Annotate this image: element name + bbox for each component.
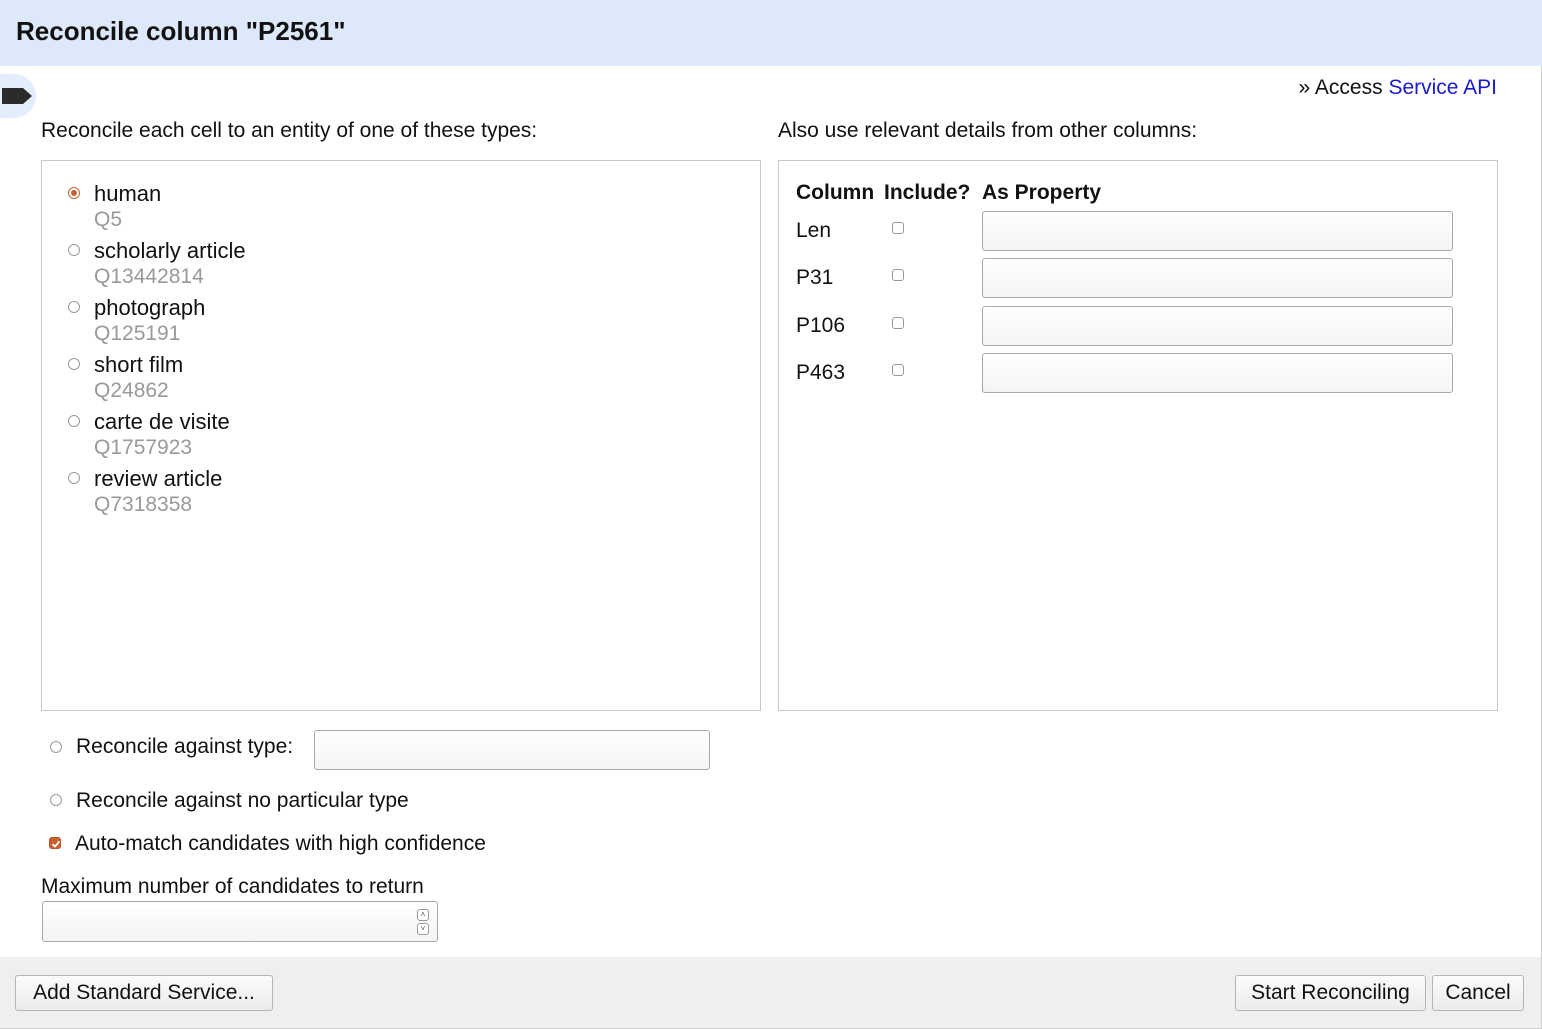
columns-panel: Column Include? As Property Len P31 P106… <box>778 160 1498 711</box>
type-id: Q24862 <box>94 379 169 402</box>
property-input[interactable] <box>982 258 1453 298</box>
number-spinner[interactable]: ˄ ˅ <box>417 909 429 935</box>
type-id: Q125191 <box>94 322 181 345</box>
type-name: photograph <box>94 295 206 320</box>
include-checkbox[interactable] <box>892 222 904 234</box>
include-header: Include? <box>884 181 971 204</box>
type-radio[interactable] <box>68 301 80 313</box>
against-type-radio[interactable] <box>50 741 62 753</box>
type-name: review article <box>94 466 223 491</box>
check-icon <box>51 840 61 848</box>
max-candidates-label: Maximum number of candidates to return <box>41 875 424 898</box>
type-radio[interactable] <box>68 358 80 370</box>
property-input[interactable] <box>982 353 1453 393</box>
type-name: human <box>94 181 162 206</box>
type-id: Q7318358 <box>94 493 193 516</box>
type-radio[interactable] <box>68 244 80 256</box>
side-tab[interactable] <box>0 74 36 118</box>
type-id: Q1757923 <box>94 436 193 459</box>
column-name: Len <box>796 219 832 242</box>
include-checkbox[interactable] <box>892 269 904 281</box>
property-header: As Property <box>982 181 1102 204</box>
columns-label: Also use relevant details from other col… <box>778 119 1198 142</box>
include-checkbox[interactable] <box>892 317 904 329</box>
spin-up-icon[interactable]: ˄ <box>417 909 429 921</box>
column-row: P31 <box>779 258 1497 298</box>
cancel-button[interactable]: Cancel <box>1432 975 1524 1011</box>
dialog-header: Reconcile column "P2561" <box>0 0 1542 66</box>
column-row: Len <box>779 211 1497 251</box>
property-input[interactable] <box>982 211 1453 251</box>
type-id: Q13442814 <box>94 265 204 288</box>
column-header: Column <box>796 181 875 204</box>
no-type-radio[interactable] <box>50 794 62 806</box>
automatch-checkbox[interactable] <box>49 837 61 849</box>
types-label: Reconcile each cell to an entity of one … <box>41 119 538 142</box>
spin-down-icon[interactable]: ˅ <box>417 923 429 935</box>
types-panel: human Q5 scholarly article Q13442814 pho… <box>41 160 761 711</box>
start-reconciling-button[interactable]: Start Reconciling <box>1235 975 1426 1011</box>
max-candidates-input[interactable]: ˄ ˅ <box>42 901 438 942</box>
type-radio[interactable] <box>68 187 80 199</box>
automatch-label: Auto-match candidates with high confiden… <box>75 832 486 855</box>
access-prefix: » Access <box>1298 76 1389 99</box>
type-id: Q5 <box>94 208 123 231</box>
reconcile-dialog: Reconcile column "P2561" » Access Servic… <box>0 0 1542 1029</box>
type-name: scholarly article <box>94 238 246 263</box>
access-service-api: » Access Service API <box>1299 76 1497 100</box>
column-name: P31 <box>796 266 834 289</box>
against-type-input[interactable] <box>314 730 710 770</box>
dialog-title: Reconcile column "P2561" <box>16 16 346 46</box>
against-type-label: Reconcile against type: <box>76 735 294 758</box>
type-name: short film <box>94 352 184 377</box>
type-name: carte de visite <box>94 409 230 434</box>
column-name: P106 <box>796 314 846 337</box>
property-input[interactable] <box>982 306 1453 346</box>
service-api-link[interactable]: Service API <box>1388 76 1497 99</box>
dialog-footer: Add Standard Service... Start Reconcilin… <box>0 957 1541 1028</box>
column-row: P106 <box>779 306 1497 346</box>
column-row: P463 <box>779 353 1497 393</box>
type-radio[interactable] <box>68 472 80 484</box>
no-type-label: Reconcile against no particular type <box>76 789 409 812</box>
tag-icon <box>2 88 32 104</box>
add-standard-service-button[interactable]: Add Standard Service... <box>15 975 273 1011</box>
column-name: P463 <box>796 361 846 384</box>
include-checkbox[interactable] <box>892 364 904 376</box>
type-radio[interactable] <box>68 415 80 427</box>
